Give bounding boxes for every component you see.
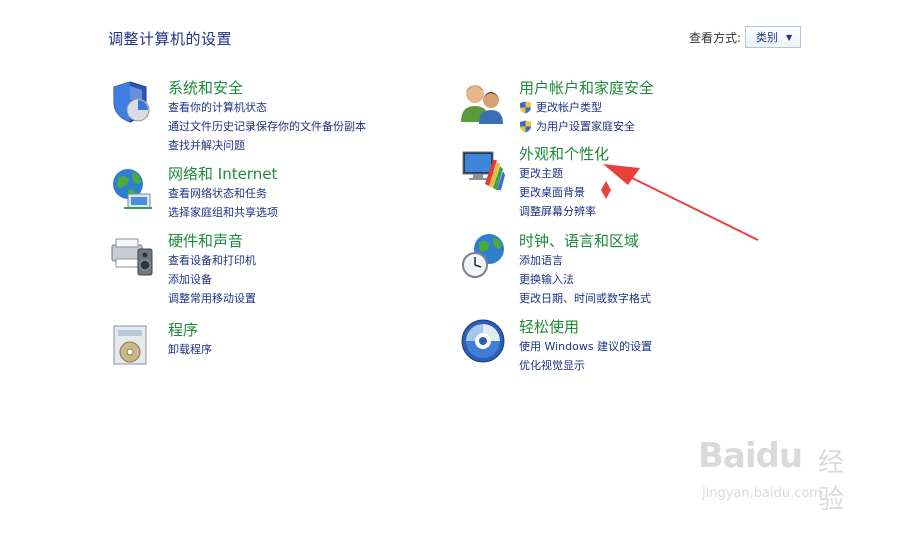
category-link[interactable]: 使用 Windows 建议的设置 — [519, 337, 652, 356]
appearance-icon — [462, 151, 505, 190]
category-link[interactable]: 查看网络状态和任务 — [168, 184, 278, 203]
category-link[interactable]: 为用户设置家庭安全 — [519, 117, 654, 136]
category-link[interactable]: 查看你的计算机状态 — [168, 98, 366, 117]
category-link[interactable]: 调整屏幕分辨率 — [519, 202, 609, 221]
user-accounts-icon — [461, 85, 503, 124]
category-title[interactable]: 程序 — [168, 320, 212, 340]
category-link[interactable]: 通过文件历史记录保存你的文件备份副本 — [168, 117, 366, 136]
category-title[interactable]: 硬件和声音 — [168, 231, 256, 251]
category-link[interactable]: 更改帐户类型 — [519, 98, 654, 117]
view-by-control: 查看方式: 类别 ▼ — [689, 26, 802, 48]
uac-shield-icon — [520, 101, 531, 114]
watermark-logo: Baidu — [698, 436, 803, 476]
system-security-icon — [113, 81, 150, 123]
view-by-dropdown[interactable]: 类别 ▼ — [745, 26, 802, 48]
category-link[interactable]: 更改桌面背景 — [519, 183, 609, 202]
category-link[interactable]: 调整常用移动设置 — [168, 289, 256, 308]
clock-language-region-icon — [462, 234, 504, 278]
category-link[interactable]: 优化视觉显示 — [519, 356, 652, 375]
category-link[interactable]: 更换输入法 — [519, 270, 651, 289]
category-title[interactable]: 时钟、语言和区域 — [519, 231, 651, 251]
category-title[interactable]: 系统和安全 — [168, 78, 366, 98]
hardware-sound-icon — [111, 238, 153, 276]
category-title[interactable]: 轻松使用 — [519, 317, 652, 337]
category-title[interactable]: 外观和个性化 — [519, 144, 609, 164]
uac-shield-icon — [520, 120, 531, 133]
category-title[interactable]: 网络和 Internet — [168, 164, 278, 184]
view-by-selected: 类别 — [756, 31, 779, 44]
category-link[interactable]: 更改主题 — [519, 164, 609, 183]
watermark-logo-cn: 经验 — [818, 448, 845, 515]
category-link[interactable]: 查找并解决问题 — [168, 136, 366, 155]
category-title[interactable]: 用户帐户和家庭安全 — [519, 78, 654, 98]
network-internet-icon — [113, 169, 152, 209]
ease-of-access-icon — [461, 319, 505, 363]
programs-icon — [113, 325, 147, 365]
view-by-label: 查看方式: — [689, 30, 742, 45]
category-link[interactable]: 添加设备 — [168, 270, 256, 289]
category-link[interactable]: 更改日期、时间或数字格式 — [519, 289, 651, 308]
category-link-label: 更改帐户类型 — [536, 101, 602, 114]
category-link[interactable]: 选择家庭组和共享选项 — [168, 203, 278, 222]
category-link[interactable]: 添加语言 — [519, 251, 651, 270]
category-link-label: 为用户设置家庭安全 — [536, 120, 635, 133]
baidu-jingyan-watermark: Baidu 经验 jingyan.baidu.com — [698, 436, 868, 516]
page-title: 调整计算机的设置 — [108, 30, 233, 48]
chevron-down-icon: ▼ — [786, 32, 793, 42]
category-link[interactable]: 查看设备和打印机 — [168, 251, 256, 270]
watermark-url: jingyan.baidu.com — [702, 486, 822, 501]
category-link[interactable]: 卸载程序 — [168, 340, 212, 359]
